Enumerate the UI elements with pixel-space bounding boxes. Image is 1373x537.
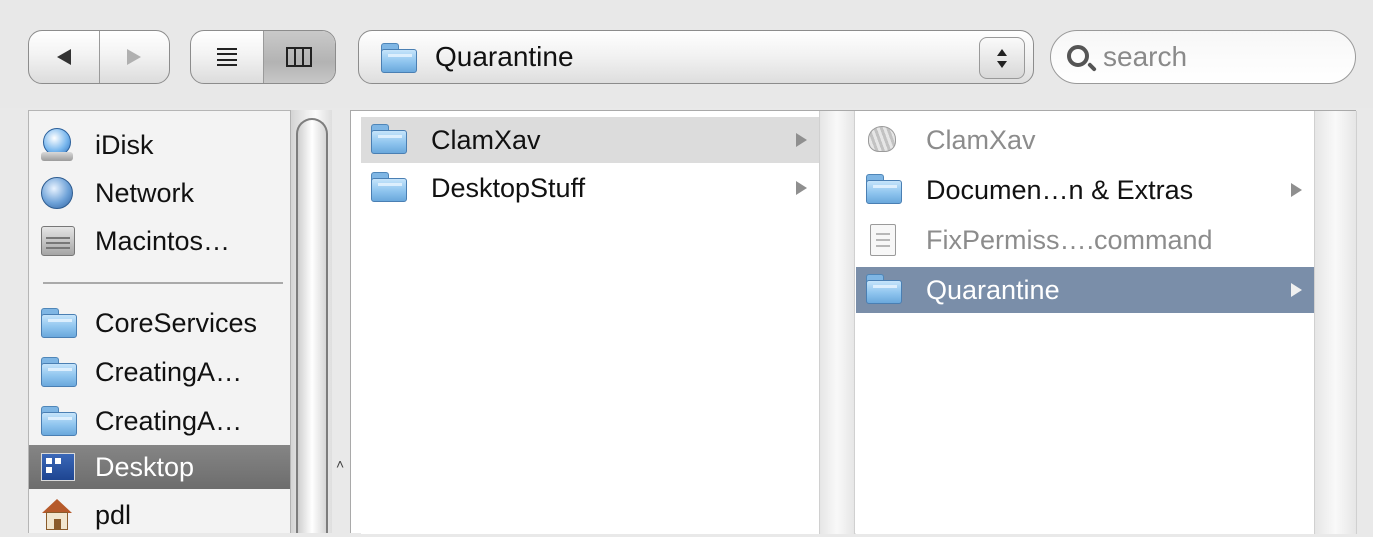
sidebar-item-coreservices[interactable]: CoreServices bbox=[29, 301, 291, 345]
document-icon bbox=[870, 224, 896, 256]
search-input[interactable] bbox=[1103, 40, 1333, 74]
resize-grip-icon[interactable]: ˄ bbox=[336, 457, 348, 471]
hard-drive-icon bbox=[41, 226, 75, 256]
column-divider[interactable] bbox=[819, 111, 855, 534]
sidebar-item-label: CreatingA… bbox=[95, 356, 243, 387]
sidebar-item-network[interactable]: Network bbox=[29, 171, 291, 215]
column-divider[interactable] bbox=[1314, 111, 1357, 534]
browser-column-1: ClamXav DesktopStuff bbox=[361, 111, 819, 534]
network-icon bbox=[41, 177, 73, 209]
sidebar-item-label: Desktop bbox=[95, 451, 195, 482]
sidebar-item-label: Network bbox=[95, 177, 195, 208]
disclosure-arrow-icon bbox=[1291, 283, 1302, 297]
folder-icon bbox=[41, 357, 77, 387]
back-forward-control bbox=[28, 30, 170, 84]
chevron-up-icon bbox=[997, 48, 1007, 56]
list-item-label: ClamXav bbox=[926, 125, 1036, 155]
folder-icon bbox=[381, 43, 417, 73]
path-popup-label: Quarantine bbox=[435, 41, 574, 72]
list-item-desktopstuff[interactable]: DesktopStuff bbox=[361, 165, 819, 211]
clamxav-app-icon bbox=[866, 124, 898, 154]
sidebar-item-desktop[interactable]: Desktop bbox=[29, 445, 291, 489]
list-item-quarantine[interactable]: Quarantine bbox=[856, 267, 1314, 313]
sidebar-item-label: Macintos… bbox=[95, 225, 231, 256]
list-item-label: Quarantine bbox=[926, 275, 1060, 305]
sidebar-scroll-thumb[interactable] bbox=[296, 118, 328, 533]
list-item-label: FixPermiss….command bbox=[926, 225, 1213, 255]
folder-icon bbox=[371, 124, 407, 154]
forward-button[interactable] bbox=[98, 31, 170, 83]
sidebar-item-home[interactable]: pdl bbox=[29, 493, 291, 537]
sidebar-item-label: CreatingA… bbox=[95, 405, 243, 436]
column-view-icon bbox=[286, 47, 313, 67]
desktop-icon bbox=[41, 453, 75, 481]
list-view-icon bbox=[216, 48, 237, 66]
list-item-fixpermissions[interactable]: FixPermiss….command bbox=[856, 217, 1314, 263]
list-item-clamxav-app[interactable]: ClamXav bbox=[856, 117, 1314, 163]
folder-icon bbox=[41, 406, 77, 436]
sidebar-item-label: CoreServices bbox=[95, 307, 258, 338]
list-item-label: ClamXav bbox=[431, 125, 541, 155]
disclosure-arrow-icon bbox=[796, 133, 807, 147]
browser-column-2: ClamXav Documen…n & Extras FixPermiss….c… bbox=[856, 111, 1314, 534]
search-field[interactable] bbox=[1050, 30, 1356, 84]
sidebar: iDisk Network Macintos… CoreServices Cre… bbox=[28, 110, 291, 533]
home-icon bbox=[41, 499, 73, 531]
sidebar-item-creatinga-1[interactable]: CreatingA… bbox=[29, 350, 291, 394]
column-browser: ClamXav DesktopStuff ClamXav Documen…n &… bbox=[350, 110, 1357, 534]
path-popup[interactable]: Quarantine bbox=[358, 30, 1034, 84]
folder-icon bbox=[866, 174, 902, 204]
disclosure-arrow-icon bbox=[1291, 183, 1302, 197]
list-item-label: Documen…n & Extras bbox=[926, 175, 1194, 205]
toolbar: Quarantine bbox=[0, 0, 1373, 108]
folder-icon bbox=[866, 274, 902, 304]
list-item-clamxav-folder[interactable]: ClamXav bbox=[361, 117, 819, 163]
sidebar-item-macintosh-hd[interactable]: Macintos… bbox=[29, 219, 291, 263]
back-arrow-icon bbox=[56, 49, 71, 65]
column-view-button[interactable] bbox=[262, 31, 335, 83]
chevron-down-icon bbox=[997, 60, 1007, 68]
sidebar-divider bbox=[43, 282, 283, 284]
list-item-label: DesktopStuff bbox=[431, 173, 586, 203]
list-item-documentation-extras[interactable]: Documen…n & Extras bbox=[856, 167, 1314, 213]
sidebar-item-creatinga-2[interactable]: CreatingA… bbox=[29, 399, 291, 443]
idisk-icon bbox=[41, 128, 73, 162]
list-view-button[interactable] bbox=[191, 31, 263, 83]
popup-stepper[interactable] bbox=[979, 37, 1025, 79]
search-icon bbox=[1067, 45, 1089, 67]
sidebar-item-label: pdl bbox=[95, 499, 132, 530]
folder-icon bbox=[371, 172, 407, 202]
folder-icon bbox=[41, 308, 77, 338]
sidebar-item-label: iDisk bbox=[95, 129, 154, 160]
disclosure-arrow-icon bbox=[796, 181, 807, 195]
sidebar-item-idisk[interactable]: iDisk bbox=[29, 123, 291, 167]
back-button[interactable] bbox=[29, 31, 99, 83]
view-mode-control bbox=[190, 30, 336, 84]
forward-arrow-icon bbox=[127, 49, 142, 65]
